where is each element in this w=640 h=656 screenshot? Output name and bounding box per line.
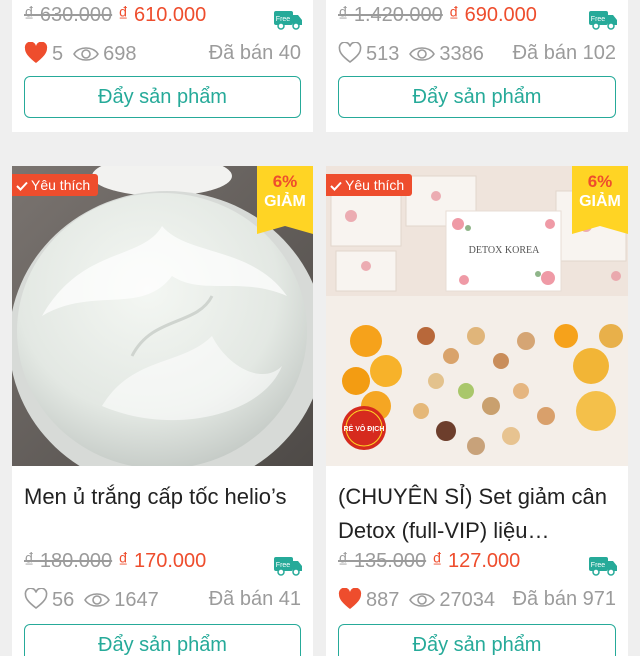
sale-price: ₫ 127.000 xyxy=(432,550,521,572)
svg-text:Free: Free xyxy=(591,16,606,23)
discount-badge: 6% GIẢM xyxy=(257,166,313,234)
sold-count: Đã bán 102 xyxy=(512,42,616,64)
sold-count: Đã bán 40 xyxy=(208,42,301,64)
sold-count: Đã bán 971 xyxy=(512,588,616,610)
svg-text:Free: Free xyxy=(276,562,291,569)
view-count: 1647 xyxy=(114,589,159,611)
check-icon xyxy=(330,181,342,191)
svg-text:Free: Free xyxy=(276,16,291,23)
svg-text:Free: Free xyxy=(591,562,606,569)
like-count: 5 xyxy=(52,43,64,65)
like-count: 513 xyxy=(366,43,400,65)
product-card-4[interactable]: DETOX KOREA RẺ VÔ ĐỊCH Yêu thích 6% GIẢM… xyxy=(326,166,628,656)
sold-count: Đã bán 41 xyxy=(208,588,301,610)
sale-price: ₫ 690.000 xyxy=(448,4,537,26)
favorite-badge-label: Yêu thích xyxy=(31,177,91,193)
favorite-badge-label: Yêu thích xyxy=(345,177,405,193)
push-product-button[interactable]: Đẩy sản phẩm xyxy=(24,624,301,656)
free-shipping-icon: Free xyxy=(589,557,617,576)
view-count: 698 xyxy=(103,43,137,65)
product-image[interactable]: DETOX KOREA RẺ VÔ ĐỊCH Yêu thích 6% GIẢM xyxy=(326,166,628,466)
original-price: ₫ 135.000 xyxy=(338,550,427,572)
view-count: 27034 xyxy=(439,589,495,611)
stats-row: 513 3386 Đã bán 102 xyxy=(338,42,616,72)
price-row: ₫ 1.420.000 ₫ 690.000 Free xyxy=(338,4,618,34)
favorite-badge: Yêu thích xyxy=(326,174,413,196)
eye-icon xyxy=(409,593,436,607)
check-icon xyxy=(16,181,28,191)
box-label: DETOX KOREA xyxy=(469,245,540,256)
original-price: ₫ 180.000 xyxy=(24,550,113,572)
product-card-3[interactable]: Yêu thích 6% GIẢM Men ủ trắng cấp tốc he… xyxy=(12,166,313,656)
discount-label: GIẢM xyxy=(579,193,621,210)
original-price: ₫ 1.420.000 xyxy=(338,4,443,26)
eye-icon xyxy=(409,47,436,61)
product-card-2[interactable]: ₫ 1.420.000 ₫ 690.000 Free 513 3386 Đã bán… xyxy=(326,0,628,132)
free-shipping-icon: Free xyxy=(274,557,302,576)
discount-badge: 6% GIẢM xyxy=(572,166,628,234)
eye-icon xyxy=(84,593,111,607)
stats-row: 5 698 Đã bán 40 xyxy=(24,42,301,72)
stats-row: 887 27034 Đã bán 971 xyxy=(338,588,616,618)
heart-icon[interactable] xyxy=(24,42,48,64)
like-count: 887 xyxy=(366,589,400,611)
favorite-badge: Yêu thích xyxy=(12,174,99,196)
push-product-button[interactable]: Đẩy sản phẩm xyxy=(338,624,616,656)
stamp-label: RẺ VÔ ĐỊCH xyxy=(344,424,385,433)
heart-icon[interactable] xyxy=(338,42,362,64)
price-row: ₫ 630.000 ₫ 610.000 Free xyxy=(24,4,303,34)
free-shipping-icon: Free xyxy=(589,11,617,30)
discount-label: GIẢM xyxy=(264,193,306,210)
discount-percent: 6% xyxy=(587,172,613,191)
push-product-button[interactable]: Đẩy sản phẩm xyxy=(24,76,301,118)
push-product-button[interactable]: Đẩy sản phẩm xyxy=(338,76,616,118)
like-count: 56 xyxy=(52,589,75,611)
view-count: 3386 xyxy=(439,43,484,65)
sale-price: ₫ 610.000 xyxy=(118,4,207,26)
eye-icon xyxy=(73,47,100,61)
product-title[interactable]: (CHUYÊN SỈ) Set giảm cân Detox (full-VIP… xyxy=(338,480,614,548)
sale-price: ₫ 170.000 xyxy=(118,550,207,572)
product-card-1[interactable]: ₫ 630.000 ₫ 610.000 Free 5 698 Đã bán 40 Đ… xyxy=(12,0,313,132)
heart-icon[interactable] xyxy=(338,588,362,610)
free-shipping-icon: Free xyxy=(274,11,302,30)
discount-percent: 6% xyxy=(272,172,298,191)
original-price: ₫ 630.000 xyxy=(24,4,113,26)
product-image[interactable]: Yêu thích 6% GIẢM xyxy=(12,166,313,466)
price-row: ₫ 135.000 ₫ 127.000 Free xyxy=(338,550,618,580)
promo-stamp: RẺ VÔ ĐỊCH xyxy=(342,406,386,450)
price-row: ₫ 180.000 ₫ 170.000 Free xyxy=(24,550,303,580)
product-title[interactable]: Men ủ trắng cấp tốc helio’s xyxy=(24,480,299,514)
stats-row: 56 1647 Đã bán 41 xyxy=(24,588,301,618)
heart-icon[interactable] xyxy=(24,588,48,610)
